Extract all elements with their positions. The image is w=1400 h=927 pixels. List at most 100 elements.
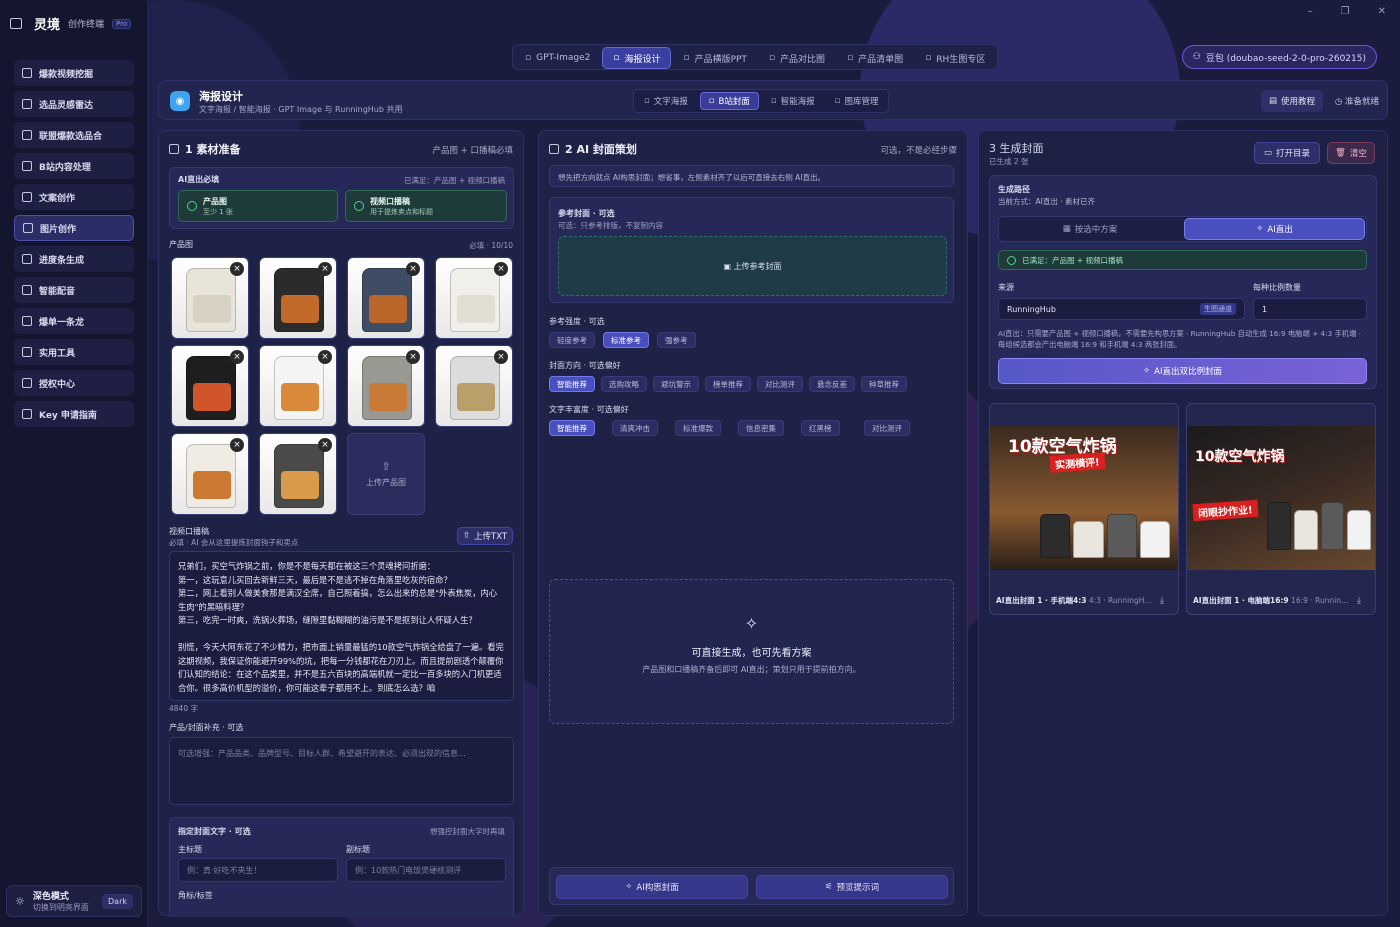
minimize-icon[interactable]: –	[1308, 6, 1313, 17]
top-tab[interactable]: ▫ 产品对比图	[759, 47, 835, 69]
close-icon[interactable]: ✕	[1378, 6, 1386, 17]
extra-textarea[interactable]: 可选增强：产品品类、品牌型号、目标人群、希望避开的表达、必须出现的信息...	[169, 737, 514, 805]
sidebar-item[interactable]: Key 申请指南	[14, 401, 134, 427]
product-thumbnail[interactable]: ×	[347, 345, 425, 427]
option-chip[interactable]: 信息密集	[738, 420, 784, 436]
upload-txt-button[interactable]: ⇧ 上传TXT	[457, 527, 513, 545]
top-tab-label: 产品横版PPT	[694, 54, 747, 65]
source-select[interactable]: RunningHub 生图通道	[998, 298, 1245, 320]
tutorial-button[interactable]: ▤ 使用教程	[1260, 90, 1323, 112]
product-thumbnail[interactable]: ×	[347, 257, 425, 339]
remove-image-icon[interactable]: ×	[494, 262, 508, 276]
option-chip[interactable]: 种草推荐	[861, 376, 907, 392]
top-tab[interactable]: ▫ 产品横版PPT	[673, 47, 756, 69]
result-card[interactable]: 10款空气炸锅 闭眼抄作业! AI直出封面 1 · 电脑端16:9 16:9 · R…	[1186, 403, 1376, 615]
script-textarea[interactable]: 兄弟们，买空气炸锅之前，你是不是每天都在被这三个灵魂拷问折磨： 第一，这玩意儿买…	[169, 551, 514, 701]
path-ok-text: 已满足：产品图 + 视频口播稿	[1022, 255, 1124, 265]
option-chip[interactable]: 强参考	[657, 332, 696, 348]
extra-label: 产品/封面补充 · 可选	[169, 723, 244, 732]
air-fryer-image	[274, 268, 324, 332]
sidebar-item[interactable]: 联盟爆款选品合	[14, 122, 134, 148]
option-chip[interactable]: 避坑警示	[653, 376, 699, 392]
result-card[interactable]: 10款空气炸锅 实测横评! AI直出封面 1 · 手机端4:3 4:3 · Runn…	[989, 403, 1179, 615]
product-thumbnail[interactable]: ×	[259, 257, 337, 339]
product-thumbnail[interactable]: ×	[171, 257, 249, 339]
product-thumbnail[interactable]: ×	[171, 345, 249, 427]
mic-icon	[22, 285, 32, 295]
download-icon[interactable]: ⤓	[1357, 596, 1369, 608]
option-chip[interactable]: 清爽冲击	[612, 420, 658, 436]
top-tab[interactable]: ▫ RH生图专区	[915, 47, 995, 69]
sub-tab[interactable]: ▫ 文字海报	[636, 92, 696, 110]
subtitle-input[interactable]: 例：10款热门电饭煲硬核测评	[346, 858, 506, 882]
clear-button[interactable]: 🗑 清空	[1327, 142, 1375, 164]
main-title-input[interactable]: 例：真·好吃不夹生！	[178, 858, 338, 882]
option-selected-plan[interactable]: ▦ 按选中方案	[1001, 219, 1179, 239]
product-thumbnail[interactable]: ×	[259, 345, 337, 427]
theme-toggle[interactable]: ☼ 深色模式 切换到明亮界面 Dark	[6, 885, 142, 917]
generate-button[interactable]: ✧ AI直出双比例封面	[998, 358, 1367, 384]
maximize-icon[interactable]: ❐	[1341, 6, 1350, 17]
product-thumbnail[interactable]: ×	[171, 433, 249, 515]
option-chip[interactable]: 红黑榜	[801, 420, 840, 436]
sub-tab[interactable]: ▫ B站封面	[699, 92, 759, 110]
dark-pill[interactable]: Dark	[102, 893, 133, 909]
sparkle-icon: ✧	[1256, 224, 1264, 234]
remove-image-icon[interactable]: ×	[406, 262, 420, 276]
sidebar-item[interactable]: 图片创作	[14, 215, 134, 241]
option-chip[interactable]: 选购攻略	[601, 376, 647, 392]
cover-image: 10款空气炸锅 实测横评!	[990, 426, 1178, 570]
remove-image-icon[interactable]: ×	[494, 350, 508, 364]
sidebar-item[interactable]: 爆单一条龙	[14, 308, 134, 334]
top-tab[interactable]: ▫ GPT-Image2	[515, 47, 600, 69]
sidebar-item[interactable]: 选品灵感雷达	[14, 91, 134, 117]
product-thumbnail[interactable]: ×	[259, 433, 337, 515]
source-label: 来源	[998, 283, 1014, 292]
sidebar-item[interactable]: 爆款视频挖掘	[14, 60, 134, 86]
option-chip[interactable]: 智能推荐	[549, 376, 595, 392]
option-chip[interactable]: 标准爆款	[675, 420, 721, 436]
remove-image-icon[interactable]: ×	[406, 350, 420, 364]
product-thumbnail[interactable]: ×	[435, 345, 513, 427]
ai-ideate-button[interactable]: ✧ AI构思封面	[556, 875, 748, 899]
option-chip[interactable]: 标准参考	[603, 332, 649, 348]
top-tab[interactable]: ▫ 产品清单图	[837, 47, 913, 69]
sub-tab[interactable]: ▫ 智能海报	[763, 92, 823, 110]
sidebar-item[interactable]: 授权中心	[14, 370, 134, 396]
remove-image-icon[interactable]: ×	[230, 262, 244, 276]
remove-image-icon[interactable]: ×	[318, 262, 332, 276]
sidebar-item[interactable]: 实用工具	[14, 339, 134, 365]
sidebar-item[interactable]: 进度条生成	[14, 246, 134, 272]
option-ai-direct[interactable]: ✧ AI直出	[1184, 218, 1365, 240]
top-tab[interactable]: ▫ 海报设计	[602, 47, 672, 69]
count-input[interactable]: 1	[1253, 298, 1367, 320]
sidebar-item-label: 实用工具	[39, 348, 76, 359]
download-icon[interactable]: ⤓	[1160, 596, 1172, 608]
open-folder-button[interactable]: ▭ 打开目录	[1254, 142, 1320, 164]
reference-upload[interactable]: ▣ 上传参考封面	[558, 236, 947, 296]
option-chip[interactable]: 对比测评	[757, 376, 803, 392]
remove-image-icon[interactable]: ×	[230, 438, 244, 452]
option-chip[interactable]: 榜单推荐	[705, 376, 751, 392]
option-chip[interactable]: 悬念反差	[809, 376, 855, 392]
option-chip[interactable]: 智能推荐	[549, 420, 595, 436]
remove-image-icon[interactable]: ×	[230, 350, 244, 364]
product-lineup	[1267, 470, 1371, 550]
remove-image-icon[interactable]: ×	[318, 438, 332, 452]
remove-image-icon[interactable]: ×	[318, 350, 332, 364]
preview-prompt-button[interactable]: ⚟ 预览提示词	[756, 875, 948, 899]
option-chip[interactable]: 对比测评	[864, 420, 910, 436]
sidebar-toggle-icon[interactable]	[10, 18, 22, 29]
materials-required-note: 产品图 + 口播稿必填	[432, 146, 513, 156]
air-fryer-image	[274, 444, 324, 508]
model-selector[interactable]: ⚇ 豆包 (doubao-seed-2-0-pro-260215)	[1181, 45, 1377, 69]
upload-product-image[interactable]: ⇧ 上传产品图	[347, 433, 425, 515]
image-upload-icon: ▣	[723, 262, 734, 271]
option-chip[interactable]: 轻度参考	[549, 332, 595, 348]
sidebar-item[interactable]: B站内容处理	[14, 153, 134, 179]
sub-tab-label: B站封面	[718, 97, 750, 107]
sidebar-item[interactable]: 智能配音	[14, 277, 134, 303]
sub-tab[interactable]: ▫ 图库管理	[827, 92, 887, 110]
product-thumbnail[interactable]: ×	[435, 257, 513, 339]
sidebar-item[interactable]: 文案创作	[14, 184, 134, 210]
